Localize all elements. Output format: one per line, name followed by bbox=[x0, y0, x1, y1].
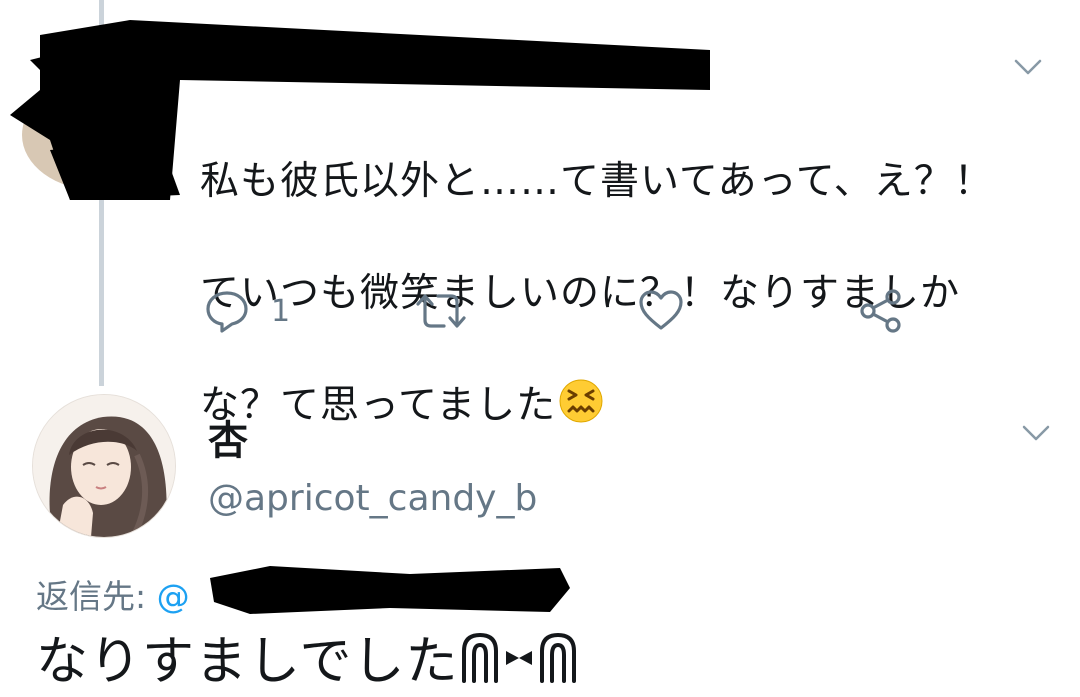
redaction-scribble bbox=[210, 566, 570, 614]
tweet-text: なりすましでした bbox=[36, 630, 580, 694]
confounded-face-icon bbox=[559, 379, 603, 423]
tweet-line-text: な？て思ってました bbox=[200, 383, 557, 428]
reply-to-mention[interactable]: @ bbox=[157, 577, 190, 616]
chevron-down-icon[interactable] bbox=[1014, 58, 1042, 76]
reply-to-line: 返信先: @ bbox=[36, 570, 190, 618]
avatar-illustration bbox=[33, 395, 175, 537]
avatar[interactable] bbox=[32, 394, 176, 538]
share-icon[interactable] bbox=[858, 288, 904, 334]
user-handle[interactable]: @apricot_candy_b bbox=[208, 478, 537, 519]
bunny-kaomoji-icon bbox=[462, 632, 577, 683]
chevron-down-icon[interactable] bbox=[1022, 424, 1050, 442]
reply-to-label: 返信先: bbox=[36, 577, 147, 616]
tweet-line: 私も彼氏以外と……て書いてあって、え？！ bbox=[200, 159, 994, 204]
tweet-actions: 1 bbox=[204, 288, 924, 334]
display-name[interactable]: 杏 bbox=[208, 408, 248, 466]
retweet-icon[interactable] bbox=[414, 288, 468, 334]
tweet-line: な？て思ってました bbox=[200, 378, 1040, 434]
like-icon[interactable] bbox=[638, 288, 684, 334]
tweet-text-body: なりすましでした bbox=[36, 632, 459, 692]
reply-icon[interactable] bbox=[204, 288, 250, 334]
reply-count: 1 bbox=[271, 294, 291, 329]
